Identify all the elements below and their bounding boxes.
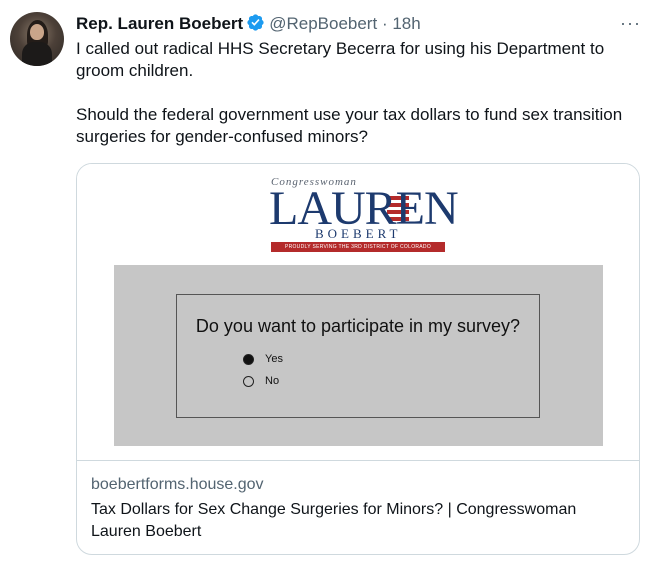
- survey-option-label: No: [265, 375, 280, 387]
- radio-selected-icon: [243, 353, 254, 365]
- survey-box: Do you want to participate in my survey?…: [176, 294, 540, 418]
- survey-question: Do you want to participate in my survey?: [195, 316, 521, 336]
- more-options-icon[interactable]: ···: [620, 14, 641, 32]
- avatar-body: [22, 42, 52, 66]
- lauren-boebert-logo: Congresswoman LAUREN BOEBERT PROUDLY SER…: [269, 176, 459, 256]
- card-meta[interactable]: boebertforms.house.gov Tax Dollars for S…: [91, 474, 621, 543]
- survey-option-label: Yes: [265, 353, 283, 365]
- author-handle[interactable]: @RepBoebert: [269, 14, 377, 33]
- survey-option-no: No: [243, 375, 279, 387]
- avatar-face: [30, 24, 44, 40]
- radio-unselected-icon: [243, 375, 254, 387]
- tweet-header: Rep. Lauren Boebert @RepBoebert · 18h: [76, 13, 421, 38]
- author-name[interactable]: Rep. Lauren Boebert: [76, 14, 243, 33]
- tweet-paragraph-1: I called out radical HHS Secretary Becer…: [76, 39, 605, 80]
- verified-badge-icon: [246, 13, 265, 38]
- tweet-text: I called out radical HHS Secretary Becer…: [76, 38, 631, 148]
- survey-option-yes: Yes: [243, 353, 283, 365]
- survey-panel: Do you want to participate in my survey?…: [114, 265, 603, 446]
- link-card[interactable]: Congresswoman LAUREN BOEBERT PROUDLY SER…: [76, 163, 640, 555]
- card-title: Tax Dollars for Sex Change Surgeries for…: [91, 501, 577, 540]
- tweet-paragraph-2: Should the federal government use your t…: [76, 105, 623, 146]
- avatar[interactable]: [10, 12, 64, 66]
- logo-boebert-text: BOEBERT: [315, 226, 402, 241]
- logo-banner: PROUDLY SERVING THE 3RD DISTRICT OF COLO…: [271, 242, 445, 252]
- tweet-time[interactable]: 18h: [392, 14, 420, 33]
- card-domain: boebertforms.house.gov: [91, 476, 264, 493]
- separator-dot: ·: [381, 14, 388, 33]
- card-image[interactable]: Congresswoman LAUREN BOEBERT PROUDLY SER…: [77, 164, 639, 461]
